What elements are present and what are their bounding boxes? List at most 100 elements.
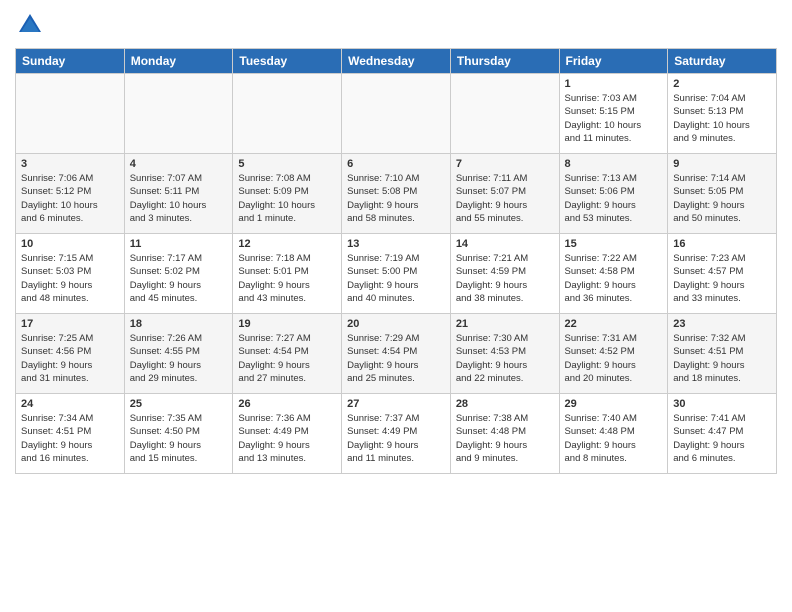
calendar-cell: 28Sunrise: 7:38 AM Sunset: 4:48 PM Dayli… [450, 394, 559, 474]
calendar-cell: 29 Sunrise: 7:40 AM Sunset: 4:48 PM Dayli… [559, 394, 668, 474]
calendar-header-sunday: Sunday [16, 49, 125, 74]
calendar-cell: 25 Sunrise: 7:35 AM Sunset: 4:50 PM Dayli… [124, 394, 233, 474]
header [15, 10, 777, 40]
day-number: 16 [673, 238, 771, 250]
calendar-week-2: 10 Sunrise: 7:15 AM Sunset: 5:03 PM Dayli… [16, 234, 777, 314]
calendar-cell: 21Sunrise: 7:30 AM Sunset: 4:53 PM Dayli… [450, 314, 559, 394]
calendar-cell: 4Sunrise: 7:07 AM Sunset: 5:11 PM Daylig… [124, 154, 233, 234]
day-info: Sunrise: 7:35 AM Sunset: 4:50 PM Dayligh… [130, 412, 228, 465]
calendar-cell: 8 Sunrise: 7:13 AM Sunset: 5:06 PM Daylig… [559, 154, 668, 234]
day-number: 13 [347, 238, 445, 250]
calendar-cell: 13 Sunrise: 7:19 AM Sunset: 5:00 PM Dayli… [342, 234, 451, 314]
calendar-cell: 23Sunrise: 7:32 AM Sunset: 4:51 PM Dayli… [668, 314, 777, 394]
calendar-cell: 10 Sunrise: 7:15 AM Sunset: 5:03 PM Dayli… [16, 234, 125, 314]
calendar-cell: 27 Sunrise: 7:37 AM Sunset: 4:49 PM Dayli… [342, 394, 451, 474]
day-info: Sunrise: 7:27 AM Sunset: 4:54 PM Dayligh… [238, 332, 336, 385]
day-number: 12 [238, 238, 336, 250]
calendar-cell: 18 Sunrise: 7:26 AM Sunset: 4:55 PM Dayli… [124, 314, 233, 394]
calendar-header-friday: Friday [559, 49, 668, 74]
calendar-header-monday: Monday [124, 49, 233, 74]
calendar-cell: 15 Sunrise: 7:22 AM Sunset: 4:58 PM Dayli… [559, 234, 668, 314]
day-number: 19 [238, 318, 336, 330]
day-info: Sunrise: 7:36 AM Sunset: 4:49 PM Dayligh… [238, 412, 336, 465]
calendar-cell: 11 Sunrise: 7:17 AM Sunset: 5:02 PM Dayli… [124, 234, 233, 314]
day-number: 3 [21, 158, 119, 170]
logo [15, 10, 49, 40]
calendar-cell: 22 Sunrise: 7:31 AM Sunset: 4:52 PM Dayli… [559, 314, 668, 394]
page: SundayMondayTuesdayWednesdayThursdayFrid… [0, 0, 792, 612]
day-number: 26 [238, 398, 336, 410]
calendar-cell [233, 74, 342, 154]
day-info: Sunrise: 7:10 AM Sunset: 5:08 PM Dayligh… [347, 172, 445, 225]
calendar-cell: 19 Sunrise: 7:27 AM Sunset: 4:54 PM Dayli… [233, 314, 342, 394]
day-info: Sunrise: 7:08 AM Sunset: 5:09 PM Dayligh… [238, 172, 336, 225]
day-info: Sunrise: 7:22 AM Sunset: 4:58 PM Dayligh… [565, 252, 663, 305]
day-info: Sunrise: 7:15 AM Sunset: 5:03 PM Dayligh… [21, 252, 119, 305]
day-number: 5 [238, 158, 336, 170]
day-number: 10 [21, 238, 119, 250]
day-number: 6 [347, 158, 445, 170]
day-number: 11 [130, 238, 228, 250]
day-info: Sunrise: 7:23 AM Sunset: 4:57 PM Dayligh… [673, 252, 771, 305]
calendar-header-wednesday: Wednesday [342, 49, 451, 74]
calendar-cell: 20Sunrise: 7:29 AM Sunset: 4:54 PM Dayli… [342, 314, 451, 394]
day-info: Sunrise: 7:14 AM Sunset: 5:05 PM Dayligh… [673, 172, 771, 225]
day-number: 27 [347, 398, 445, 410]
day-info: Sunrise: 7:29 AM Sunset: 4:54 PM Dayligh… [347, 332, 445, 385]
calendar-cell [16, 74, 125, 154]
day-number: 22 [565, 318, 663, 330]
calendar-cell [450, 74, 559, 154]
day-number: 30 [673, 398, 771, 410]
day-number: 25 [130, 398, 228, 410]
day-info: Sunrise: 7:19 AM Sunset: 5:00 PM Dayligh… [347, 252, 445, 305]
calendar-cell [124, 74, 233, 154]
calendar-cell: 24 Sunrise: 7:34 AM Sunset: 4:51 PM Dayli… [16, 394, 125, 474]
day-number: 18 [130, 318, 228, 330]
day-info: Sunrise: 7:34 AM Sunset: 4:51 PM Dayligh… [21, 412, 119, 465]
day-info: Sunrise: 7:26 AM Sunset: 4:55 PM Dayligh… [130, 332, 228, 385]
day-number: 28 [456, 398, 554, 410]
day-info: Sunrise: 7:07 AM Sunset: 5:11 PM Dayligh… [130, 172, 228, 225]
calendar-header-thursday: Thursday [450, 49, 559, 74]
day-info: Sunrise: 7:11 AM Sunset: 5:07 PM Dayligh… [456, 172, 554, 225]
day-info: Sunrise: 7:21 AM Sunset: 4:59 PM Dayligh… [456, 252, 554, 305]
calendar-cell: 26 Sunrise: 7:36 AM Sunset: 4:49 PM Dayli… [233, 394, 342, 474]
calendar-cell: 30 Sunrise: 7:41 AM Sunset: 4:47 PM Dayli… [668, 394, 777, 474]
calendar-cell: 12 Sunrise: 7:18 AM Sunset: 5:01 PM Dayli… [233, 234, 342, 314]
day-number: 29 [565, 398, 663, 410]
day-info: Sunrise: 7:30 AM Sunset: 4:53 PM Dayligh… [456, 332, 554, 385]
day-number: 24 [21, 398, 119, 410]
calendar-cell: 16 Sunrise: 7:23 AM Sunset: 4:57 PM Dayli… [668, 234, 777, 314]
day-info: Sunrise: 7:25 AM Sunset: 4:56 PM Dayligh… [21, 332, 119, 385]
day-info: Sunrise: 7:41 AM Sunset: 4:47 PM Dayligh… [673, 412, 771, 465]
day-info: Sunrise: 7:13 AM Sunset: 5:06 PM Dayligh… [565, 172, 663, 225]
calendar-week-0: 1 Sunrise: 7:03 AM Sunset: 5:15 PM Daylig… [16, 74, 777, 154]
calendar-cell: 1 Sunrise: 7:03 AM Sunset: 5:15 PM Daylig… [559, 74, 668, 154]
day-info: Sunrise: 7:06 AM Sunset: 5:12 PM Dayligh… [21, 172, 119, 225]
day-number: 23 [673, 318, 771, 330]
day-number: 15 [565, 238, 663, 250]
calendar-cell: 9 Sunrise: 7:14 AM Sunset: 5:05 PM Daylig… [668, 154, 777, 234]
day-info: Sunrise: 7:03 AM Sunset: 5:15 PM Dayligh… [565, 92, 663, 145]
day-number: 1 [565, 78, 663, 90]
calendar-cell: 14Sunrise: 7:21 AM Sunset: 4:59 PM Dayli… [450, 234, 559, 314]
day-info: Sunrise: 7:17 AM Sunset: 5:02 PM Dayligh… [130, 252, 228, 305]
calendar-cell: 6 Sunrise: 7:10 AM Sunset: 5:08 PM Daylig… [342, 154, 451, 234]
day-info: Sunrise: 7:18 AM Sunset: 5:01 PM Dayligh… [238, 252, 336, 305]
day-number: 2 [673, 78, 771, 90]
calendar-week-1: 3 Sunrise: 7:06 AM Sunset: 5:12 PM Daylig… [16, 154, 777, 234]
calendar-cell: 5 Sunrise: 7:08 AM Sunset: 5:09 PM Daylig… [233, 154, 342, 234]
calendar-cell: 17Sunrise: 7:25 AM Sunset: 4:56 PM Dayli… [16, 314, 125, 394]
day-info: Sunrise: 7:31 AM Sunset: 4:52 PM Dayligh… [565, 332, 663, 385]
calendar-header-row: SundayMondayTuesdayWednesdayThursdayFrid… [16, 49, 777, 74]
day-info: Sunrise: 7:40 AM Sunset: 4:48 PM Dayligh… [565, 412, 663, 465]
calendar: SundayMondayTuesdayWednesdayThursdayFrid… [15, 48, 777, 474]
day-number: 9 [673, 158, 771, 170]
day-info: Sunrise: 7:37 AM Sunset: 4:49 PM Dayligh… [347, 412, 445, 465]
day-info: Sunrise: 7:04 AM Sunset: 5:13 PM Dayligh… [673, 92, 771, 145]
day-number: 7 [456, 158, 554, 170]
calendar-header-tuesday: Tuesday [233, 49, 342, 74]
day-number: 8 [565, 158, 663, 170]
calendar-week-4: 24 Sunrise: 7:34 AM Sunset: 4:51 PM Dayli… [16, 394, 777, 474]
logo-icon [15, 10, 45, 40]
